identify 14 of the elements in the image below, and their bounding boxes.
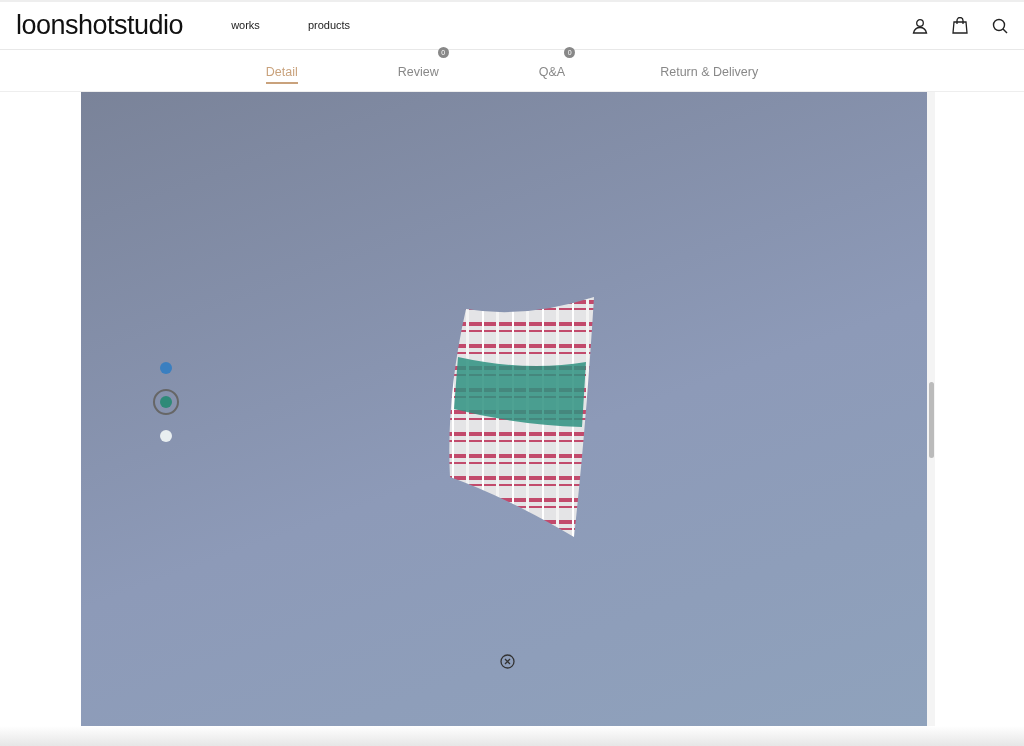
nav-link[interactable]: works xyxy=(231,17,260,34)
search-icon[interactable] xyxy=(992,17,1008,34)
tab[interactable]: Return & Delivery xyxy=(660,64,759,82)
nav-link[interactable]: products xyxy=(307,17,351,34)
tab[interactable]: Q&A xyxy=(538,64,566,82)
scrollbar[interactable] xyxy=(927,92,935,726)
product-3d-viewer[interactable] xyxy=(81,92,927,726)
tab[interactable]: Detail xyxy=(265,64,298,84)
shopping-bag-icon[interactable] xyxy=(952,17,968,34)
user-icon[interactable] xyxy=(912,17,928,34)
tab[interactable]: Review xyxy=(397,64,439,82)
close-icon[interactable] xyxy=(500,654,515,669)
material-swatch[interactable] xyxy=(153,389,179,415)
logo[interactable]: loonshotstudio xyxy=(16,5,184,46)
